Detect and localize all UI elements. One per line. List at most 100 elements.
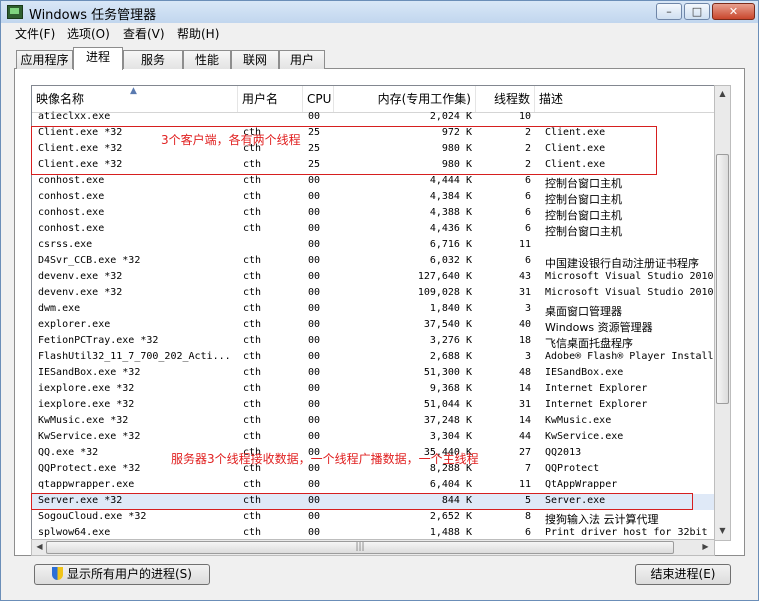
column-cpu[interactable]: CPU [303,86,334,112]
cell-user-name: cth [243,175,262,186]
table-row[interactable]: iexplore.exe *32 cth 00 51,044 K 31 Internet … [32,398,714,414]
table-row[interactable]: qtappwrapper.exe cth 00 6,404 K 11 QtAppWrapp… [32,478,714,494]
table-row[interactable]: csrss.exe 00 6,716 K 11 [32,238,714,254]
menu-help[interactable]: 帮助(H) [177,25,219,42]
cell-memory: 37,248 K [423,415,472,426]
cell-memory: 4,444 K [429,175,472,186]
column-threads[interactable]: 线程数 [476,86,535,112]
menu-options[interactable]: 选项(O) [67,25,110,42]
show-all-users-button[interactable]: 显示所有用户的进程(S) [34,564,210,585]
cell-user-name: cth [243,367,262,378]
horizontal-scrollbar[interactable]: ◀ ||| ▶ [31,539,715,556]
cell-threads: 6 [524,175,531,186]
clients-annotation-box [31,126,657,175]
cell-memory: 6,404 K [429,479,472,490]
scroll-up-icon[interactable]: ▲ [715,89,730,98]
maximize-button[interactable]: □ [684,3,710,20]
table-row[interactable]: KwMusic.exe *32 cth 00 37,248 K 14 KwMusic.ex… [32,414,714,430]
close-button[interactable]: ✕ [712,3,755,20]
cell-image-name: atieclxx.exe [38,111,111,122]
cell-image-name: FetionPCTray.exe *32 [38,335,159,346]
cell-memory: 51,044 K [423,399,472,410]
cell-memory: 2,024 K [429,111,472,122]
column-memory[interactable]: 内存(专用工作集) [334,86,476,112]
table-row[interactable]: devenv.exe *32 cth 00 127,640 K 43 Microsoft … [32,270,714,286]
minimize-button[interactable]: – [656,3,682,20]
title-bar[interactable]: Windows 任务管理器 – □ ✕ [1,1,758,23]
menu-view[interactable]: 查看(V) [123,25,165,42]
cell-user-name: cth [243,383,262,394]
cell-description: IESandBox.exe [545,367,624,378]
column-header-row: 映像名称 ▲ 用户名 CPU 内存(专用工作集) 线程数 描述 [32,86,714,113]
tab-services[interactable]: 服务 [123,50,183,69]
table-row[interactable]: dwm.exe cth 00 1,840 K 3 桌面窗口管理器 [32,302,714,318]
scroll-left-icon[interactable]: ◀ [32,542,47,551]
menu-file[interactable]: 文件(F) [15,25,55,42]
cell-threads: 27 [518,447,531,458]
table-row[interactable]: D4Svr_CCB.exe *32 cth 00 6,032 K 6 中国建设银行自动注册… [32,254,714,270]
cell-cpu: 00 [308,479,321,490]
server-annotation-box [31,493,693,510]
vertical-scrollbar[interactable]: ▲ ▼ [714,85,731,541]
column-user-name[interactable]: 用户名 [238,86,303,112]
cell-threads: 11 [518,239,531,250]
cell-user-name: cth [243,303,262,314]
table-row[interactable]: atieclxx.exe 00 2,024 K 10 [32,110,714,126]
cell-user-name: cth [243,431,262,442]
cell-threads: 40 [518,319,531,330]
cell-image-name: FlashUtil32_11_7_700_202_Acti... [38,351,231,362]
tab-performance[interactable]: 性能 [183,50,231,69]
cell-image-name: conhost.exe [38,175,105,186]
table-row[interactable]: conhost.exe cth 00 4,444 K 6 控制台窗口主机 [32,174,714,190]
table-row[interactable]: conhost.exe cth 00 4,384 K 6 控制台窗口主机 [32,190,714,206]
table-row[interactable]: KwService.exe *32 cth 00 3,304 K 44 KwService… [32,430,714,446]
table-row[interactable]: FlashUtil32_11_7_700_202_Acti... cth 00 2,6… [32,350,714,366]
scroll-down-icon[interactable]: ▼ [715,526,730,535]
cell-user-name: cth [243,511,262,522]
task-manager-window: Windows 任务管理器 – □ ✕ 文件(F) 选项(O) 查看(V) 帮助… [0,0,759,601]
cell-memory: 9,368 K [429,383,472,394]
table-row[interactable]: iexplore.exe *32 cth 00 9,368 K 14 Internet E… [32,382,714,398]
cell-memory: 4,384 K [429,191,472,202]
table-row[interactable]: explorer.exe cth 00 37,540 K 40 Windows 资源管理器 [32,318,714,334]
cell-threads: 18 [518,335,531,346]
table-row[interactable]: conhost.exe cth 00 4,436 K 6 控制台窗口主机 [32,222,714,238]
cell-description: 桌面窗口管理器 [545,305,622,318]
cell-memory: 4,436 K [429,223,472,234]
table-row[interactable]: SogouCloud.exe *32 cth 00 2,652 K 8 搜狗输入法 云计算… [32,510,714,526]
cell-cpu: 00 [308,223,321,234]
cell-threads: 43 [518,271,531,282]
cell-user-name: cth [243,399,262,410]
table-row[interactable]: IESandBox.exe *32 cth 00 51,300 K 48 IESandBo… [32,366,714,382]
table-row[interactable]: conhost.exe cth 00 4,388 K 6 控制台窗口主机 [32,206,714,222]
table-row[interactable]: FetionPCTray.exe *32 cth 00 3,276 K 18 飞信桌面托盘… [32,334,714,350]
cell-threads: 6 [524,207,531,218]
cell-image-name: conhost.exe [38,191,105,202]
tab-applications[interactable]: 应用程序 [16,50,73,69]
cell-cpu: 00 [308,351,321,362]
cell-memory: 127,640 K [417,271,472,282]
cell-user-name: cth [243,335,262,346]
column-description[interactable]: 描述 [535,86,714,112]
vertical-scroll-thumb[interactable] [716,154,729,404]
tab-users[interactable]: 用户 [279,50,325,69]
cell-description: 控制台窗口主机 [545,177,622,190]
tab-networking[interactable]: 联网 [231,50,279,69]
cell-user-name: cth [243,207,262,218]
scroll-right-icon[interactable]: ▶ [698,542,713,551]
cell-cpu: 00 [308,335,321,346]
cell-cpu: 00 [308,255,321,266]
task-manager-icon [7,5,23,19]
cell-threads: 3 [524,351,531,362]
end-process-button[interactable]: 结束进程(E) [635,564,731,585]
horizontal-scroll-thumb[interactable]: ||| [46,541,674,554]
sort-ascending-icon: ▲ [130,86,137,96]
cell-cpu: 00 [308,239,321,250]
menu-bar: 文件(F) 选项(O) 查看(V) 帮助(H) [1,23,758,43]
cell-threads: 31 [518,287,531,298]
cell-memory: 3,276 K [429,335,472,346]
tab-processes[interactable]: 进程 [73,47,123,70]
cell-description: 飞信桌面托盘程序 [545,337,633,350]
table-row[interactable]: devenv.exe *32 cth 00 109,028 K 31 Microsoft … [32,286,714,302]
cell-cpu: 00 [308,303,321,314]
